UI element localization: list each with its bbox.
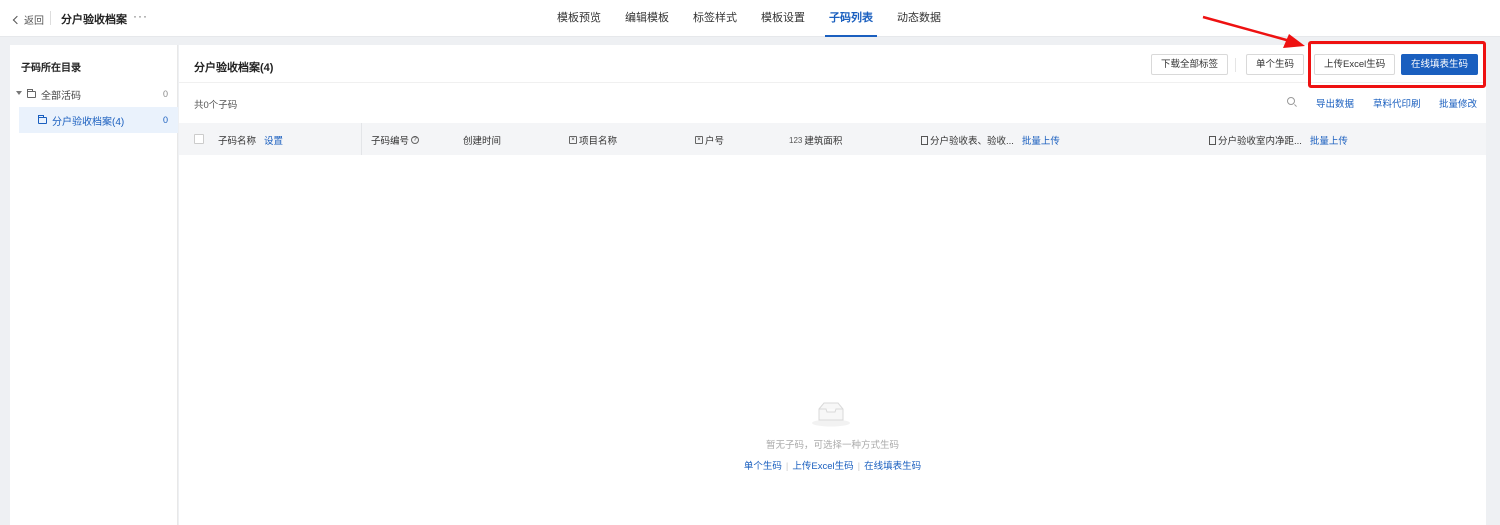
tab-template-settings[interactable]: 模板设置 [749,0,817,37]
batch-edit-link[interactable]: 批量修改 [1439,96,1477,110]
tab-subcode-list[interactable]: 子码列表 [817,0,885,37]
back-label: 返回 [24,16,44,27]
tab-dynamic-data[interactable]: 动态数据 [885,0,953,37]
number-field-icon: 123 [789,135,803,145]
total-count: 共0个子码 [194,100,238,111]
tree-item-all[interactable]: 全部活码 0 [10,81,178,107]
tree-item-count: 0 [162,115,168,125]
empty-inbox-icon [812,402,850,427]
column-label: 分户验收表、验收... [930,136,1014,147]
list-title: 分户验收档案(4) [194,62,274,74]
batch-upload-link[interactable]: 批量上传 [1310,133,1348,147]
export-data-link[interactable]: 导出数据 [1316,96,1354,110]
search-icon[interactable] [1287,97,1295,105]
download-all-labels-button[interactable]: 下载全部标签 [1151,54,1229,75]
file-icon [921,135,928,145]
column-label: 子码名称 [218,136,257,147]
annotation-arrow-icon [1202,15,1305,48]
more-icon[interactable]: ··· [133,9,148,23]
column-settings-link[interactable]: 设置 [264,133,283,147]
empty-message: 暂无子码，可选择一种方式生码 [765,440,899,451]
directory-title: 子码所在目录 [21,63,81,74]
empty-upload-excel-link[interactable]: 上传Excel生码 [792,461,853,472]
directory-panel: 子码所在目录 全部活码 0 分户验收档案(4) 0 [10,45,178,525]
caret-down-icon[interactable] [16,91,22,95]
folder-icon [38,114,47,124]
link-separator: | [857,461,861,472]
tab-preview[interactable]: 模板预览 [545,0,613,37]
column-divider[interactable] [361,123,362,155]
file-icon [1209,135,1216,145]
table-header: 子码名称 设置 子码编号 ? 创建时间 × 项目名称 × 户号 123 建筑面积… [179,123,1486,155]
tree-item-count: 0 [162,89,168,99]
folder-icon [27,88,36,98]
column-file1: 分户验收表、验收... 批量上传 [921,133,1060,147]
tree-item-acceptance-archive[interactable]: 分户验收档案(4) 0 [19,107,178,133]
empty-actions: 单个生码 | 上传Excel生码 | 在线填表生码 [179,458,1486,472]
column-label: 子码编号 [371,136,410,147]
column-code: 子码编号 ? [371,133,420,147]
select-all-checkbox[interactable] [194,134,204,144]
tree-item-label: 分户验收档案(4) [52,116,125,128]
main-panel: 分户验收档案(4) 下载全部标签 单个生码 上传Excel生码 在线填表生码 共… [179,45,1486,525]
column-label: 建筑面积 [804,136,843,147]
page-title: 分户验收档案 [61,14,127,26]
column-file2: 分户验收室内净距... 批量上传 [1209,133,1348,147]
batch-upload-link[interactable]: 批量上传 [1022,133,1060,147]
column-label: 分户验收室内净距... [1218,136,1302,147]
single-generate-button[interactable]: 单个生码 [1246,54,1305,75]
tab-label-style[interactable]: 标签样式 [681,0,749,37]
text-field-icon: × [569,136,577,144]
chevron-left-icon [12,15,22,24]
column-household: × 户号 [695,133,724,147]
column-name: 子码名称 设置 [218,133,283,147]
empty-single-generate-link[interactable]: 单个生码 [744,461,782,472]
annotation-highlight-box [1308,41,1486,88]
link-separator: | [785,461,789,472]
tree-item-label: 全部活码 [41,90,81,102]
tab-bar: 模板预览 编辑模板 标签样式 模板设置 子码列表 动态数据 [545,0,953,37]
print-link[interactable]: 草料代印刷 [1373,96,1421,110]
divider [50,11,51,25]
column-area: 123 建筑面积 [789,133,843,148]
divider [179,82,1486,83]
empty-online-form-link[interactable]: 在线填表生码 [864,461,921,472]
column-label: 项目名称 [579,136,618,147]
back-button[interactable]: 返回 [12,12,44,27]
tab-edit-template[interactable]: 编辑模板 [613,0,681,37]
column-created: 创建时间 [463,136,502,147]
help-icon[interactable]: ? [411,136,420,144]
divider [1235,58,1236,72]
text-field-icon: × [695,136,703,144]
column-project: × 项目名称 [569,133,617,147]
column-label: 户号 [705,136,725,147]
